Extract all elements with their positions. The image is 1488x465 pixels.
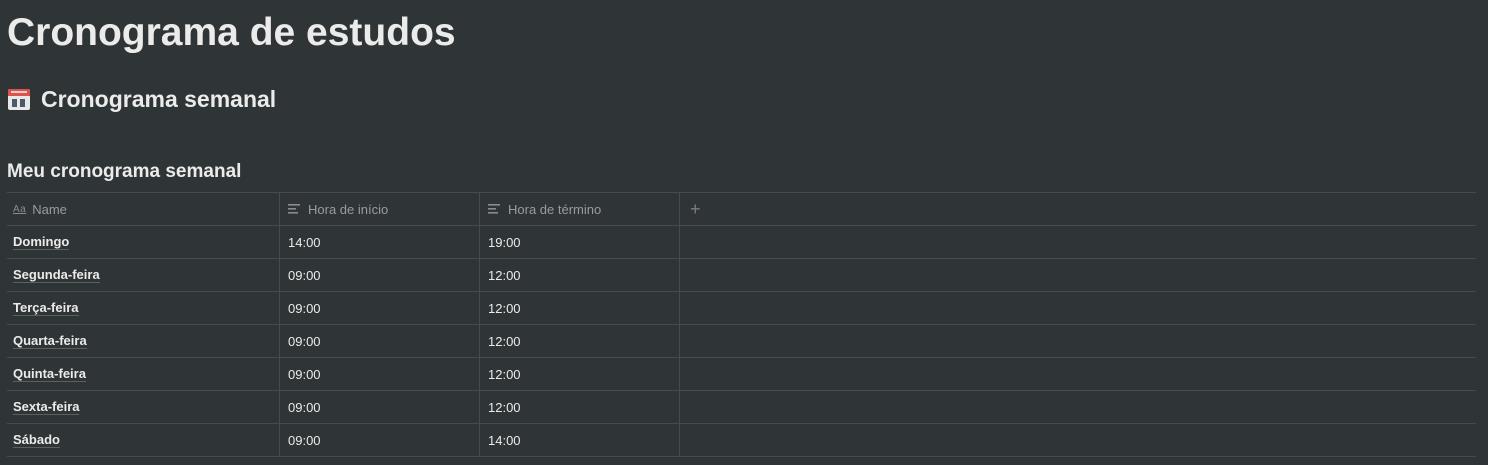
name-cell[interactable]: Quarta-feira: [7, 325, 280, 357]
end-time-cell[interactable]: 14:00: [480, 424, 680, 456]
empty-cell: [680, 424, 1476, 456]
notion-page: Cronograma de estudos Cronograma semanal…: [0, 0, 1488, 465]
empty-cell: [680, 325, 1476, 357]
column-header-label: Hora de término: [508, 201, 602, 217]
row-name[interactable]: Sexta-feira: [13, 399, 80, 415]
text-lines-icon: [288, 204, 300, 214]
database-title[interactable]: Meu cronograma semanal: [7, 160, 241, 184]
name-cell[interactable]: Sábado: [7, 424, 280, 456]
start-time: 09:00: [288, 366, 321, 382]
column-header-name[interactable]: Aa Name: [7, 193, 280, 225]
end-time-cell[interactable]: 12:00: [480, 259, 680, 291]
start-time-cell[interactable]: 09:00: [280, 292, 480, 324]
start-time: 09:00: [288, 432, 321, 448]
row-name[interactable]: Domingo: [13, 234, 70, 250]
empty-cell: [680, 391, 1476, 423]
end-time-cell[interactable]: 12:00: [480, 358, 680, 390]
column-header-start[interactable]: Hora de início: [280, 193, 480, 225]
end-time: 12:00: [488, 333, 521, 349]
start-time-cell[interactable]: 09:00: [280, 259, 480, 291]
column-header-label: Hora de início: [308, 201, 389, 217]
name-cell[interactable]: Segunda-feira: [7, 259, 280, 291]
end-time-cell[interactable]: 12:00: [480, 391, 680, 423]
table-row[interactable]: Sexta-feira 09:00 12:00: [7, 391, 1476, 424]
table-row[interactable]: Quinta-feira 09:00 12:00: [7, 358, 1476, 391]
name-cell[interactable]: Quinta-feira: [7, 358, 280, 390]
start-time-cell[interactable]: 09:00: [280, 424, 480, 456]
add-column-cell: +: [680, 193, 1476, 225]
title-aa-icon: Aa: [13, 203, 27, 215]
name-cell[interactable]: Sexta-feira: [7, 391, 280, 423]
end-time: 14:00: [488, 432, 521, 448]
name-cell[interactable]: Terça-feira: [7, 292, 280, 324]
start-time-cell[interactable]: 14:00: [280, 226, 480, 258]
database-table: Aa Name Hora de início Hora de término +…: [7, 192, 1476, 457]
table-row[interactable]: Terça-feira 09:00 12:00: [7, 292, 1476, 325]
section-title: Cronograma semanal: [41, 86, 277, 112]
start-time-cell[interactable]: 09:00: [280, 325, 480, 357]
end-time: 12:00: [488, 300, 521, 316]
name-cell[interactable]: Domingo: [7, 226, 280, 258]
row-name[interactable]: Terça-feira: [13, 300, 79, 316]
row-name[interactable]: Sábado: [13, 432, 60, 448]
start-time: 09:00: [288, 300, 321, 316]
calendar-icon: [8, 89, 30, 110]
start-time-cell[interactable]: 09:00: [280, 358, 480, 390]
table-row[interactable]: Domingo 14:00 19:00: [7, 226, 1476, 259]
row-name[interactable]: Quinta-feira: [13, 366, 86, 382]
table-header-row: Aa Name Hora de início Hora de término +: [7, 193, 1476, 226]
start-time: 09:00: [288, 333, 321, 349]
table-row[interactable]: Sábado 09:00 14:00: [7, 424, 1476, 457]
empty-cell: [680, 226, 1476, 258]
start-time: 09:00: [288, 399, 321, 415]
empty-cell: [680, 292, 1476, 324]
table-row[interactable]: Quarta-feira 09:00 12:00: [7, 325, 1476, 358]
row-name[interactable]: Quarta-feira: [13, 333, 87, 349]
section-heading: Cronograma semanal: [7, 84, 276, 114]
column-header-end[interactable]: Hora de término: [480, 193, 680, 225]
empty-cell: [680, 259, 1476, 291]
column-header-label: Name: [32, 201, 67, 217]
start-time-cell[interactable]: 09:00: [280, 391, 480, 423]
end-time: 12:00: [488, 366, 521, 382]
empty-cell: [680, 358, 1476, 390]
end-time: 12:00: [488, 399, 521, 415]
add-column-plus-icon[interactable]: +: [690, 200, 701, 218]
start-time: 09:00: [288, 267, 321, 283]
end-time-cell[interactable]: 12:00: [480, 292, 680, 324]
end-time-cell[interactable]: 19:00: [480, 226, 680, 258]
start-time: 14:00: [288, 234, 321, 250]
table-row[interactable]: Segunda-feira 09:00 12:00: [7, 259, 1476, 292]
page-title[interactable]: Cronograma de estudos: [7, 10, 456, 56]
end-time: 19:00: [488, 234, 521, 250]
end-time: 12:00: [488, 267, 521, 283]
row-name[interactable]: Segunda-feira: [13, 267, 100, 283]
text-lines-icon: [488, 204, 500, 214]
end-time-cell[interactable]: 12:00: [480, 325, 680, 357]
